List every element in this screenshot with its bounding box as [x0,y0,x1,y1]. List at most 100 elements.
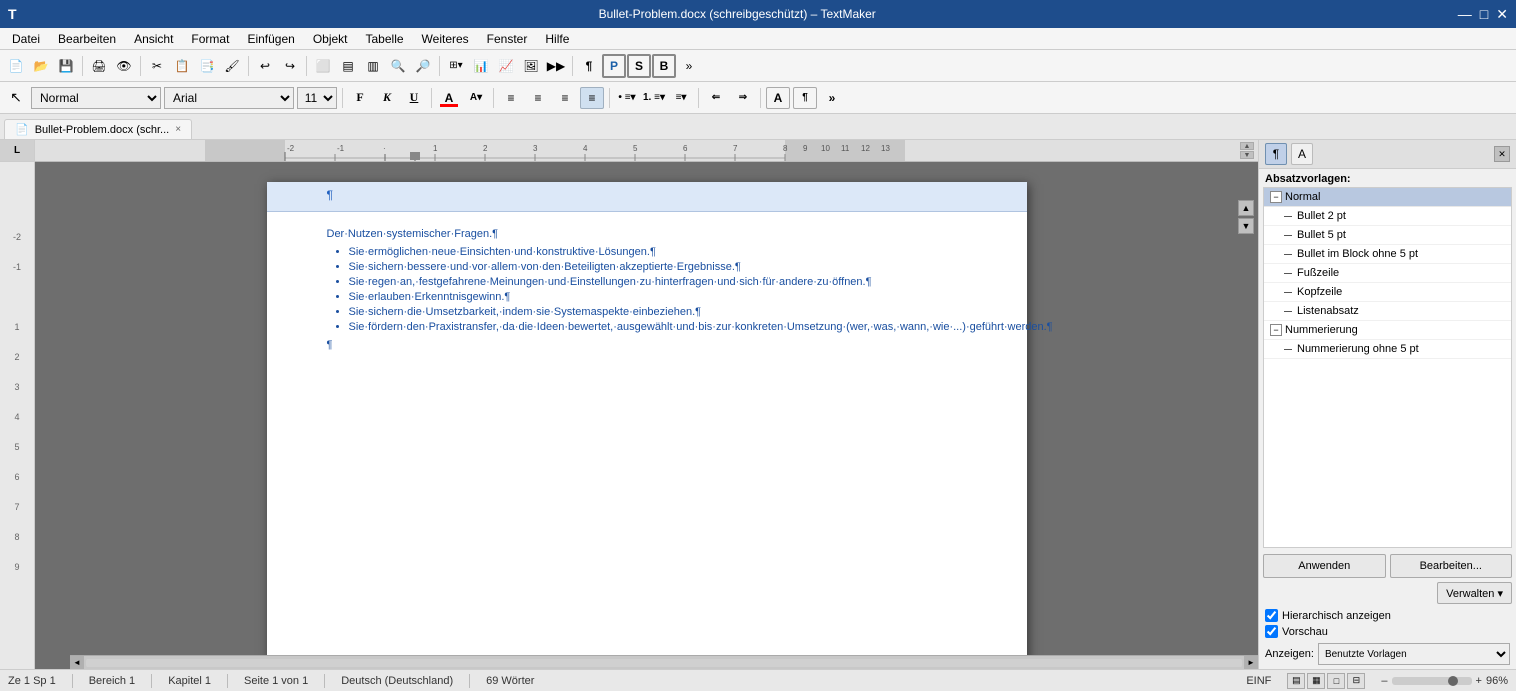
align-right-button[interactable]: ≡ [553,87,577,109]
menu-datei[interactable]: Datei [4,30,48,48]
copy-button[interactable]: 📋 [170,54,194,78]
checkbox-hierarchisch[interactable] [1265,609,1278,622]
document-content[interactable]: Der·Nutzen·systemischer·Fragen.¶ Sie·erm… [267,212,1027,367]
ruler-up-arrow[interactable]: ▲ [1240,142,1254,150]
search2-button[interactable]: 🔎 [411,54,435,78]
redo-button[interactable]: ↪ [278,54,302,78]
minimize-button[interactable]: — [1458,6,1472,23]
zoom-slider-track[interactable] [1392,677,1472,685]
open-button[interactable]: 📂 [29,54,53,78]
p-button[interactable]: P [602,54,626,78]
document-tab[interactable]: 📄 Bullet-Problem.docx (schr... × [4,119,192,139]
frame2-button[interactable]: ▤ [336,54,360,78]
align-left-button[interactable]: ≡ [499,87,523,109]
hscroll-left[interactable]: ◄ [70,656,84,670]
ruler-down-arrow[interactable]: ▼ [1240,151,1254,159]
pilcrow-button[interactable]: ¶ [577,54,601,78]
search-button[interactable]: 🔍 [386,54,410,78]
anwenden-button[interactable]: Anwenden [1263,554,1386,578]
view-layout-btn[interactable]: ▦ [1307,673,1325,689]
style-item-listenabsatz[interactable]: Listenabsatz [1264,302,1511,321]
style-item-bullet2[interactable]: Bullet 2 pt [1264,207,1511,226]
style-dropdown[interactable]: Normal [31,87,161,109]
italic-button[interactable]: K [375,87,399,109]
style-collapse-nummerierung[interactable]: − [1270,324,1282,336]
menu-bearbeiten[interactable]: Bearbeiten [50,30,124,48]
font-dropdown[interactable]: Arial [164,87,294,109]
cut-button[interactable]: ✂ [145,54,169,78]
bold-button[interactable]: F [348,87,372,109]
hscroll-bar[interactable]: ◄ ► [70,655,1258,669]
b-button[interactable]: B [652,54,676,78]
print-button[interactable]: 🖨 [87,54,111,78]
highlight-button[interactable]: A▾ [464,87,488,109]
font-color-button[interactable]: A [437,87,461,109]
frame-button[interactable]: ⬜ [311,54,335,78]
paste-button[interactable]: 📑 [195,54,219,78]
chart2-button[interactable]: 📈 [494,54,518,78]
style-item-kopfzeile[interactable]: Kopfzeile [1264,283,1511,302]
style-item-nummerierung[interactable]: − Nummerierung [1264,321,1511,340]
panel-char-icon[interactable]: A [1291,143,1313,165]
format-brush-button[interactable]: 🖌 [220,54,244,78]
undo-button[interactable]: ↩ [253,54,277,78]
panel-para-icon[interactable]: ¶ [1265,143,1287,165]
style-item-bulletblock[interactable]: Bullet im Block ohne 5 pt [1264,245,1511,264]
outline-button[interactable]: ≡▾ [669,87,693,109]
menu-ansicht[interactable]: Ansicht [126,30,181,48]
style-item-fusszeile[interactable]: Fußzeile [1264,264,1511,283]
decrease-indent-button[interactable]: ⇐ [704,87,728,109]
zoom-minus[interactable]: – [1381,675,1387,687]
char-format-button[interactable]: A [766,87,790,109]
panel-close-btn[interactable]: ✕ [1494,146,1510,162]
more-button[interactable]: ▶▶ [544,54,568,78]
vscroll-up-arrow[interactable]: ▲ [1238,200,1254,216]
frame3-button[interactable]: ▥ [361,54,385,78]
style-item-bullet5[interactable]: Bullet 5 pt [1264,226,1511,245]
hscroll-right[interactable]: ► [1244,656,1258,670]
style-item-nummerierungohne[interactable]: Nummerierung ohne 5 pt [1264,340,1511,359]
more3-button[interactable]: » [820,87,844,109]
underline-button[interactable]: U [402,87,426,109]
menu-einfuegen[interactable]: Einfügen [239,30,302,48]
maximize-button[interactable]: □ [1480,6,1488,23]
save-button[interactable]: 💾 [54,54,78,78]
hscroll-thumb[interactable] [86,659,1242,667]
menu-weiteres[interactable]: Weiteres [414,30,477,48]
drawing-button[interactable]: 🖼 [519,54,543,78]
menu-hilfe[interactable]: Hilfe [537,30,577,48]
tab-close-button[interactable]: × [175,124,181,135]
zoom-plus[interactable]: + [1476,675,1482,687]
bearbeiten-button[interactable]: Bearbeiten... [1390,554,1513,578]
table-button[interactable]: ⊞▾ [444,54,468,78]
more2-button[interactable]: » [677,54,701,78]
header-area[interactable]: ¶ [267,182,1027,212]
increase-indent-button[interactable]: ⇒ [731,87,755,109]
align-justify-button[interactable]: ≡ [580,87,604,109]
align-center-button[interactable]: ≡ [526,87,550,109]
menu-objekt[interactable]: Objekt [305,30,356,48]
menu-tabelle[interactable]: Tabelle [358,30,412,48]
num-list-button[interactable]: 1. ≡▾ [642,87,666,109]
new-button[interactable]: 📄 [4,54,28,78]
s-button[interactable]: S [627,54,651,78]
bullet-list-button[interactable]: • ≡▾ [615,87,639,109]
font-size-dropdown[interactable]: 11 [297,87,337,109]
style-collapse-normal[interactable]: − [1270,191,1282,203]
close-button[interactable]: ✕ [1496,6,1508,23]
view-web-btn[interactable]: ⊟ [1347,673,1365,689]
verwalten-button[interactable]: Verwalten ▾ [1437,582,1512,604]
chart-button[interactable]: 📊 [469,54,493,78]
menu-format[interactable]: Format [183,30,237,48]
view-full-btn[interactable]: □ [1327,673,1345,689]
menu-fenster[interactable]: Fenster [479,30,536,48]
para-format-button[interactable]: ¶ [793,87,817,109]
vscroll-down-arrow[interactable]: ▼ [1238,218,1254,234]
style-list[interactable]: − Normal Bullet 2 pt Bullet 5 pt Bullet … [1263,187,1512,548]
anzeigen-select[interactable]: Benutzte Vorlagen [1318,643,1510,665]
preview-button[interactable]: 👁 [112,54,136,78]
document-scroll-area[interactable]: -2 -1 · 1 2 3 4 5 6 [35,140,1258,669]
style-item-normal[interactable]: − Normal [1264,188,1511,207]
cursor-button[interactable]: ↖ [4,86,28,110]
checkbox-vorschau[interactable] [1265,625,1278,638]
